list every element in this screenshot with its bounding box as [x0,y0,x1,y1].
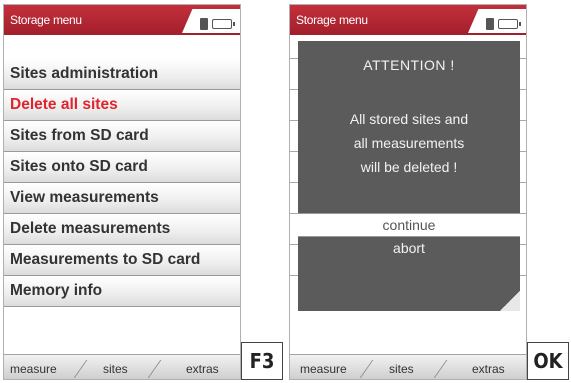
menu-item-measurements-to-sd-card[interactable]: Measurements to SD card [4,245,240,276]
ok-key[interactable]: OK [527,342,569,380]
storage-menu-screen: Storage menu Sites administration Delete… [3,4,241,380]
menu-item-memory-info[interactable]: Memory info [4,276,240,307]
battery-icon [498,19,521,29]
softkey-bar: measure sites extras [4,354,240,379]
menu-item-delete-measurements[interactable]: Delete measurements [4,214,240,245]
title-bar: Storage menu [290,5,526,35]
storage-menu-list: Sites administration Delete all sites Si… [4,59,240,307]
dialog-message-line: All stored sites and [349,111,469,127]
plug-icon [486,18,494,30]
softkey-divider [359,360,374,378]
abort-option[interactable]: abort [298,237,520,259]
battery-icon [212,19,235,29]
status-tab [468,9,526,33]
softkey-extras[interactable]: extras [186,362,219,376]
softkey-measure[interactable]: measure [10,362,57,376]
dialog-message-line: all measurements [353,135,465,151]
softkey-divider [433,360,448,378]
title-bar: Storage menu [4,5,240,35]
menu-item-sites-from-sd-card[interactable]: Sites from SD card [4,121,240,152]
menu-item-sites-onto-sd-card[interactable]: Sites onto SD card [4,152,240,183]
page-fold-corner [500,291,520,311]
f3-key[interactable]: F3 [241,342,283,380]
dialog-message-line: will be deleted ! [360,159,458,175]
screen-title: Storage menu [10,13,82,27]
continue-option[interactable]: continue [298,213,520,237]
menu-item-delete-all-sites[interactable]: Delete all sites [4,90,240,121]
softkey-sites[interactable]: sites [103,362,128,376]
delete-confirmation-screen: Storage menu ATTENTION ! All stored site… [289,4,527,380]
status-tab [182,9,240,33]
softkey-divider [73,360,88,378]
softkey-bar: measure sites extras [290,354,526,379]
plug-icon [200,18,208,30]
menu-item-sites-administration[interactable]: Sites administration [4,59,240,90]
screen-title: Storage menu [296,13,368,27]
softkey-divider [147,360,162,378]
menu-item-view-measurements[interactable]: View measurements [4,183,240,214]
dialog-title: ATTENTION ! [363,57,455,73]
softkey-sites[interactable]: sites [389,362,414,376]
softkey-extras[interactable]: extras [472,362,505,376]
attention-dialog: ATTENTION ! All stored sites and all mea… [298,41,520,311]
softkey-measure[interactable]: measure [300,362,347,376]
